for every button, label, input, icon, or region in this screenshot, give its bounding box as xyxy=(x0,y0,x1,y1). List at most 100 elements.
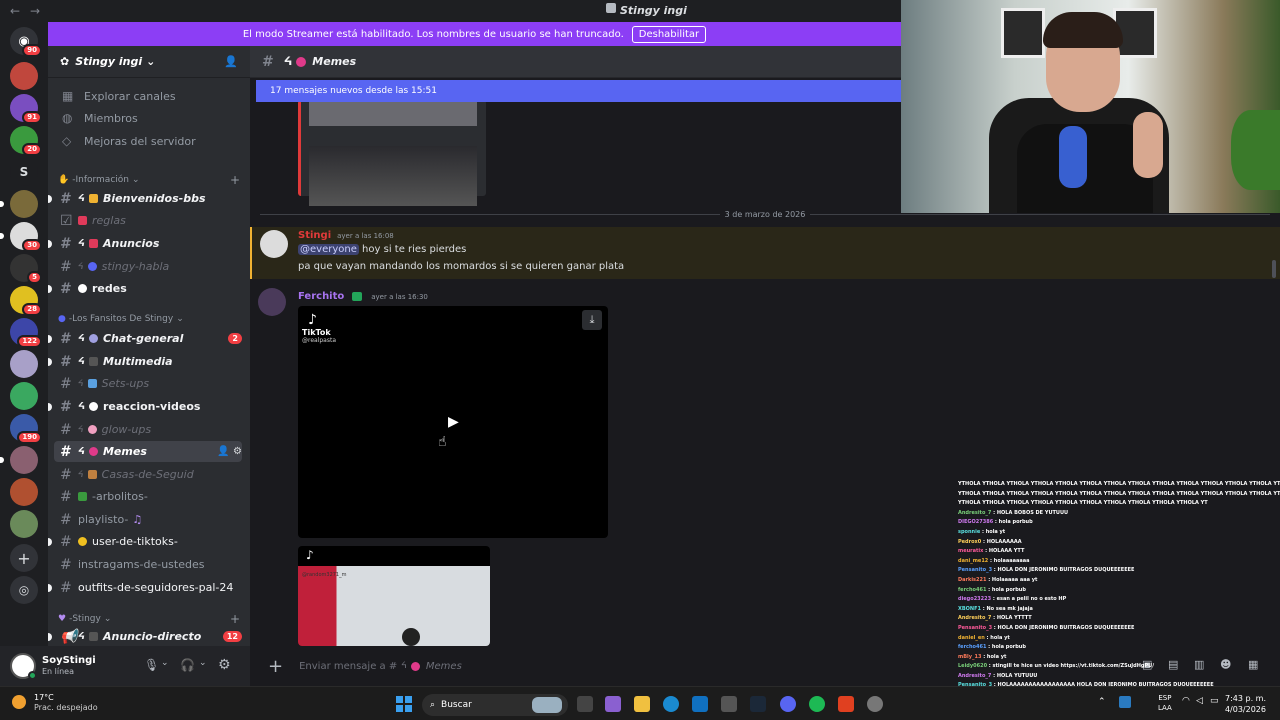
gear-icon[interactable]: ⚙ xyxy=(218,657,231,673)
author-avatar[interactable] xyxy=(258,288,286,316)
previous-image-embed[interactable] xyxy=(298,100,486,206)
tiktok-video-embed[interactable]: ♪ TikTok @realpasta ⤓ ▶ ☝ xyxy=(298,306,608,538)
file-explorer-icon[interactable] xyxy=(634,696,650,712)
chevron-down-icon[interactable]: ⌄ xyxy=(199,658,207,668)
language-indicator[interactable]: ESP LAA xyxy=(1158,693,1172,713)
server-icon-9[interactable] xyxy=(10,350,38,378)
clock[interactable]: 7:43 p. m. 4/03/2026 xyxy=(1225,693,1266,715)
headphones-icon[interactable]: 🎧 xyxy=(180,658,195,672)
tray-app-icon[interactable] xyxy=(1119,696,1131,708)
server-icon-4[interactable] xyxy=(0,190,38,218)
gear-icon[interactable]: ⚙ xyxy=(233,446,242,457)
channel-sets-ups[interactable]: # ᔦ Sets-ups xyxy=(54,373,242,394)
task-view-icon[interactable] xyxy=(577,696,593,712)
attach-plus-icon[interactable]: + xyxy=(268,656,283,677)
server-icon-12[interactable] xyxy=(0,446,38,474)
author-name[interactable]: Ferchito xyxy=(298,291,344,302)
battery-icon[interactable]: ▭ xyxy=(1210,696,1219,706)
taskbar-search[interactable]: ⌕ Buscar xyxy=(422,694,568,716)
server-icon-1[interactable] xyxy=(10,62,38,90)
invite-icon[interactable]: 👤 xyxy=(224,55,238,68)
streamer-webcam-overlay xyxy=(901,0,1280,213)
channel-outfits[interactable]: # outfits-de-seguidores-pal-24 xyxy=(48,577,242,598)
weather-widget[interactable]: 17°C Prac. despejado xyxy=(12,693,98,713)
channel-anuncios[interactable]: # ᔦ Anuncios xyxy=(48,233,242,254)
user-info[interactable]: SoyStingi En línea xyxy=(42,655,96,677)
message-timestamp: ayer a las 16:30 xyxy=(371,293,428,301)
disable-streamer-button[interactable]: Deshabilitar xyxy=(631,25,707,43)
channel-multimedia[interactable]: # ᔦ Multimedia xyxy=(48,351,242,372)
server-icon-13[interactable] xyxy=(10,478,38,506)
category-informacion[interactable]: ✋ -Información ⌄ + xyxy=(58,173,240,187)
channel-stingy-habla[interactable]: # ᔦ stingy-habla xyxy=(54,256,242,277)
channel-arbolitos[interactable]: # -arbolitos- xyxy=(54,486,242,507)
server-icon-7[interactable]: 28 xyxy=(10,286,42,316)
add-channel-icon[interactable]: + xyxy=(230,612,240,626)
volume-icon[interactable]: ◁ xyxy=(1196,696,1203,706)
play-icon[interactable]: ▶ xyxy=(448,414,459,430)
tray-chevron-icon[interactable]: ⌃ xyxy=(1098,697,1106,707)
hash-icon: # xyxy=(60,556,72,573)
channel-bienvenidos[interactable]: # ᔦ Bienvenidos-bbs xyxy=(48,188,242,209)
channel-casas-de-seguid[interactable]: # ᔦ Casas-de-Seguid xyxy=(54,464,242,485)
channel-anuncio-directo[interactable]: 📢 ᔦ Anuncio-directo 12 xyxy=(48,626,242,646)
channel-name: reaccion-videos xyxy=(102,400,201,413)
category-stingy[interactable]: ♥ -Stingy ⌄ + xyxy=(58,612,240,626)
stream-chat-username: meuratix xyxy=(958,548,984,555)
edge-icon[interactable] xyxy=(663,696,679,712)
channel-instragams[interactable]: # instragams-de-ustedes xyxy=(54,554,242,575)
channel-memes[interactable]: # ᔦ Memes 👤 ⚙ xyxy=(54,441,242,462)
channel-reglas[interactable]: ☑ reglas xyxy=(54,210,242,231)
explore-channels-link[interactable]: ▦ Explorar canales xyxy=(54,86,242,106)
channel-chat-general[interactable]: # ᔦ Chat-general 2 xyxy=(48,328,242,349)
user-avatar[interactable] xyxy=(10,653,37,680)
tiktok-video-embed-2[interactable]: ♪ @random3271_m xyxy=(298,546,490,646)
back-arrow-icon[interactable]: ← xyxy=(10,4,20,18)
steam-icon[interactable] xyxy=(750,696,766,712)
add-server-button[interactable]: + xyxy=(10,544,38,572)
discord-taskbar-icon[interactable] xyxy=(780,696,796,712)
channel-redes[interactable]: # redes xyxy=(48,278,242,299)
forward-arrow-icon[interactable]: → xyxy=(30,4,40,18)
category-fansitos[interactable]: ● -Los Fansitos De Stingy ⌄ xyxy=(58,314,240,324)
wifi-icon[interactable]: ◠ xyxy=(1182,696,1190,706)
server-avatar xyxy=(10,446,38,474)
add-channel-icon[interactable]: + xyxy=(230,173,240,187)
server-icon-6[interactable]: 5 xyxy=(10,254,42,284)
channel-reaccion-videos[interactable]: # ᔦ reaccion-videos xyxy=(48,396,242,417)
new-messages-bar[interactable]: 17 mensajes nuevos desde las 15:51 xyxy=(256,80,901,102)
server-icon-11[interactable]: 190 xyxy=(10,414,42,444)
invite-icon[interactable]: 👤 xyxy=(217,446,229,457)
server-boosts-link[interactable]: ◇ Mejoras del servidor xyxy=(54,131,242,151)
spotify-icon[interactable] xyxy=(809,696,825,712)
direct-messages-button[interactable]: ◉ 90 xyxy=(10,27,42,57)
server-icon-letter[interactable]: S xyxy=(10,158,38,186)
server-icon-14[interactable] xyxy=(10,510,38,538)
window-title: Stingy ingi xyxy=(620,4,687,17)
download-icon[interactable]: ⤓ xyxy=(582,310,602,330)
outlook-icon[interactable] xyxy=(692,696,708,712)
everyone-mention[interactable]: @everyone xyxy=(298,244,359,255)
start-button[interactable] xyxy=(396,696,412,712)
channel-user-de-tiktoks[interactable]: # user-de-tiktoks- xyxy=(48,531,242,552)
microphone-icon[interactable]: 🎙 xyxy=(144,658,159,672)
server-icon-5[interactable]: 30 xyxy=(0,222,42,252)
server-icon-2[interactable]: 91 xyxy=(10,94,42,124)
server-icon-3[interactable]: 20 xyxy=(10,126,42,156)
copilot-icon[interactable] xyxy=(605,696,621,712)
scrollbar-thumb[interactable] xyxy=(1272,260,1276,278)
brave-icon[interactable] xyxy=(838,696,854,712)
author-avatar[interactable] xyxy=(260,230,288,258)
stream-chat-username: sponnie xyxy=(958,528,981,535)
store-icon[interactable] xyxy=(721,696,737,712)
members-link[interactable]: ◍ Miembros xyxy=(54,108,242,128)
channel-playlisto[interactable]: # playlisto- ♫ xyxy=(54,509,242,530)
discover-button[interactable]: ◎ xyxy=(10,576,38,604)
server-icon-8[interactable]: 122 xyxy=(10,318,42,348)
server-icon-10[interactable] xyxy=(10,382,38,410)
channel-glow-ups[interactable]: # ᔦ glow-ups xyxy=(54,419,242,440)
server-header[interactable]: ✿ Stingy ingi ⌄ 👤 xyxy=(48,46,250,78)
obs-icon[interactable] xyxy=(867,696,883,712)
chevron-down-icon[interactable]: ⌄ xyxy=(161,658,169,668)
author-name[interactable]: Stingi xyxy=(298,230,331,241)
